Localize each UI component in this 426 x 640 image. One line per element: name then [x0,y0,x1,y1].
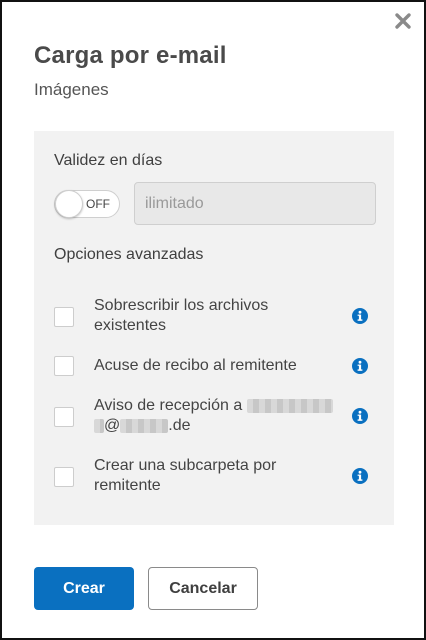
option-sender-receipt: Acuse de recibo al remitente [54,355,374,379]
option-reception-notice: Aviso de recepción a @ .de [54,396,374,438]
validity-label: Validez en días [54,152,163,169]
reception-notice-checkbox[interactable] [54,407,74,427]
option-sender-subfolder: Crear una subcarpeta por remitente [54,456,374,498]
sender-subfolder-label: Crear una subcarpeta por remitente [94,457,277,494]
info-icon[interactable] [352,468,368,484]
validity-toggle[interactable]: OFF [54,190,120,218]
sender-receipt-label: Acuse de recibo al remitente [94,357,297,374]
toggle-knob [55,190,83,218]
option-overwrite-files: Sobrescribir los archivos existentes [54,296,374,338]
email-at-sign: @ [104,417,121,434]
sender-receipt-checkbox[interactable] [54,356,74,376]
close-icon[interactable] [394,12,412,30]
reception-notice-label: Aviso de recepción a @ .de [94,396,344,436]
info-icon[interactable] [352,408,368,424]
dialog-subtitle: Imágenes [34,80,109,99]
redacted-email-start [94,418,104,433]
reception-notice-prefix: Aviso de recepción a [94,397,243,414]
create-button[interactable]: Crear [34,567,134,610]
email-tld: .de [168,417,191,434]
info-icon[interactable] [352,308,368,324]
info-icon[interactable] [352,358,368,374]
settings-panel: Validez en días OFF Opciones avanzadas S… [34,131,394,525]
toggle-state-text: OFF [86,197,110,211]
redacted-email-name [246,398,333,413]
advanced-options-label: Opciones avanzadas [54,246,204,263]
validity-days-input[interactable] [134,182,376,225]
email-upload-dialog: Carga por e-mail Imágenes Validez en día… [0,0,426,640]
cancel-button[interactable]: Cancelar [148,567,258,610]
dialog-title: Carga por e-mail [34,42,227,69]
overwrite-files-checkbox[interactable] [54,307,74,327]
sender-subfolder-checkbox[interactable] [54,467,74,487]
overwrite-files-label: Sobrescribir los archivos existentes [94,297,269,334]
redacted-email-domain [120,418,169,433]
